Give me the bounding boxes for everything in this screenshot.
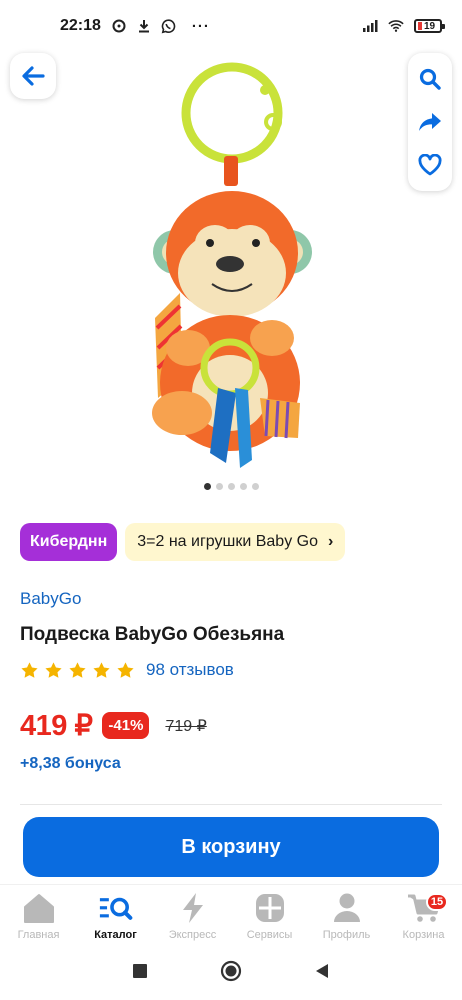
brand-link[interactable]: BabyGo <box>20 589 81 609</box>
battery-level: 19 <box>424 20 436 32</box>
old-price: 719 ₽ <box>165 717 207 735</box>
viber-icon <box>161 18 177 34</box>
catalog-search-icon <box>99 891 133 925</box>
back-button[interactable] <box>10 53 56 99</box>
nav-item-catalog[interactable]: Каталог <box>77 885 154 946</box>
current-price: 419 ₽ <box>20 710 93 742</box>
cart-count-badge: 15 <box>426 893 448 911</box>
nav-item-express[interactable]: Экспресс <box>154 885 231 946</box>
product-title: Подвеска BabyGo Обезьяна <box>20 624 285 645</box>
heart-icon <box>418 154 442 176</box>
star-icon <box>21 661 38 678</box>
product-image[interactable] <box>140 58 320 478</box>
gallery-dot[interactable] <box>251 483 259 490</box>
share-icon <box>419 112 441 131</box>
download-icon <box>136 18 152 34</box>
back-triangle-icon[interactable] <box>314 963 330 984</box>
star-icon <box>93 661 110 678</box>
star-icon <box>69 661 86 678</box>
gallery-dot[interactable] <box>227 483 235 490</box>
gallery-dot[interactable] <box>215 483 223 490</box>
chevron-right-icon: › <box>327 533 334 550</box>
wifi-icon <box>388 18 404 34</box>
rating-row[interactable]: 98 отзывов <box>20 660 234 680</box>
star-icon <box>45 661 62 678</box>
price-row: 419 ₽ -41% 719 ₽ <box>20 708 207 743</box>
product-tools <box>408 53 452 191</box>
system-status: 19 <box>362 18 445 34</box>
notification-icons: ··· <box>111 18 210 35</box>
profile-icon <box>330 891 364 925</box>
status-bar: 22:18 ··· 19 <box>0 0 462 52</box>
nav-label: Корзина <box>402 929 445 941</box>
star-icon <box>117 661 134 678</box>
bottom-nav: Главная Каталог Экспресс Сервисы Профиль… <box>0 884 462 946</box>
discount-badge: -41% <box>102 712 150 739</box>
reviews-link[interactable]: 98 отзывов <box>146 660 234 680</box>
promo-tag[interactable]: Киберднн <box>20 523 118 561</box>
home-icon <box>22 891 56 925</box>
promo-offer-button[interactable]: 3=2 на игрушки Baby Go › <box>125 523 346 561</box>
more-notifications: ··· <box>191 17 210 35</box>
add-to-cart-button[interactable]: В корзину <box>23 817 439 877</box>
nav-label: Сервисы <box>246 929 293 941</box>
divider <box>20 804 442 805</box>
promo-offer-label: 3=2 на игрушки Baby Go <box>137 533 318 550</box>
nav-item-cart[interactable]: 15 Корзина <box>385 885 462 946</box>
battery-icon: 19 <box>414 19 445 33</box>
gallery-dot[interactable] <box>203 483 211 490</box>
monkey-toy-image <box>152 62 312 468</box>
signal-icon <box>362 18 378 34</box>
recents-icon[interactable] <box>132 963 148 984</box>
gallery-pagination <box>0 483 462 490</box>
status-time: 22:18 <box>60 17 101 34</box>
favorite-button[interactable] <box>408 145 452 185</box>
gallery-dot[interactable] <box>239 483 247 490</box>
system-nav-bar <box>0 946 462 1000</box>
nav-item-home[interactable]: Главная <box>0 885 77 946</box>
search-icon <box>419 68 441 90</box>
share-button[interactable] <box>408 102 452 142</box>
nav-label: Каталог <box>94 929 137 941</box>
arrow-left-icon <box>22 66 45 86</box>
nav-label: Главная <box>17 929 60 941</box>
home-circle-icon[interactable] <box>220 960 242 987</box>
search-button[interactable] <box>408 59 452 99</box>
nav-label: Профиль <box>322 929 371 941</box>
lightning-icon <box>176 891 210 925</box>
chat-icon <box>111 18 127 34</box>
bonus-label: +8,38 бонуса <box>20 755 121 772</box>
nav-label: Экспресс <box>168 929 217 941</box>
nav-item-services[interactable]: Сервисы <box>231 885 308 946</box>
services-icon <box>253 891 287 925</box>
promo-row: Киберднн 3=2 на игрушки Baby Go › <box>20 523 346 561</box>
nav-item-profile[interactable]: Профиль <box>308 885 385 946</box>
